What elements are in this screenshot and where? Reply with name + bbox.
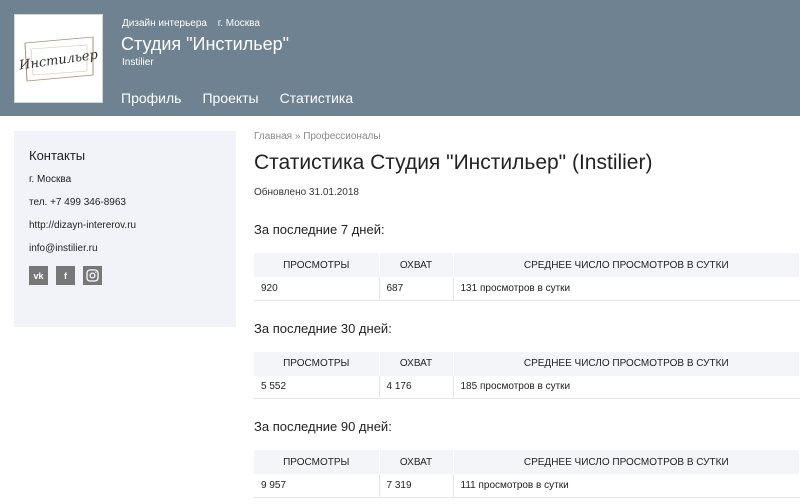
- nav-statistics[interactable]: Статистика: [280, 90, 354, 106]
- col-avg: СРЕДНЕЕ ЧИСЛО ПРОСМОТРОВ В СУТКИ: [453, 253, 800, 277]
- table-header-row: ПРОСМОТРЫ ОХВАТ СРЕДНЕЕ ЧИСЛО ПРОСМОТРОВ…: [254, 450, 800, 474]
- table-header-row: ПРОСМОТРЫ ОХВАТ СРЕДНЕЕ ЧИСЛО ПРОСМОТРОВ…: [254, 351, 800, 376]
- col-reach: ОХВАТ: [379, 253, 454, 277]
- breadcrumb: Главная » Профессионалы: [254, 131, 800, 142]
- city-label[interactable]: г. Москва: [218, 18, 260, 29]
- breadcrumb-home[interactable]: Главная: [254, 131, 292, 142]
- contact-city: г. Москва: [29, 174, 72, 185]
- col-reach: ОХВАТ: [379, 351, 454, 376]
- col-avg: СРЕДНЕЕ ЧИСЛО ПРОСМОТРОВ В СУТКИ: [453, 351, 800, 376]
- site-header: Инстильер Дизайн интерьера г. Москва Сту…: [0, 0, 800, 116]
- table-row: 9 957 7 319 111 просмотров в сутки: [254, 474, 800, 498]
- nav-profile[interactable]: Профиль: [121, 90, 181, 106]
- stats-table-30-days: ПРОСМОТРЫ ОХВАТ СРЕДНЕЕ ЧИСЛО ПРОСМОТРОВ…: [254, 351, 800, 399]
- table-row: 5 552 4 176 185 просмотров в сутки: [254, 375, 800, 399]
- period-90-label: За последние 90 дней:: [254, 419, 392, 434]
- reach-value: 687: [379, 277, 454, 301]
- views-value: 5 552: [254, 375, 380, 399]
- category-line: Дизайн интерьера г. Москва: [122, 18, 268, 29]
- instagram-icon[interactable]: [83, 266, 102, 285]
- reach-value: 4 176: [379, 375, 454, 399]
- col-reach: ОХВАТ: [379, 450, 454, 474]
- facebook-icon[interactable]: f: [56, 266, 75, 285]
- avg-value: 111 просмотров в сутки: [453, 474, 800, 498]
- studio-latin-name: Instilier: [122, 57, 154, 68]
- updated-date: Обновлено 31.01.2018: [254, 187, 359, 198]
- social-links: vk f: [29, 266, 221, 285]
- col-views: ПРОСМОТРЫ: [254, 253, 380, 277]
- table-header-row: ПРОСМОТРЫ ОХВАТ СРЕДНЕЕ ЧИСЛО ПРОСМОТРОВ…: [254, 253, 800, 277]
- contacts-title: Контакты: [29, 148, 86, 163]
- stats-table-7-days: ПРОСМОТРЫ ОХВАТ СРЕДНЕЕ ЧИСЛО ПРОСМОТРОВ…: [254, 253, 800, 301]
- breadcrumb-professionals[interactable]: Профессионалы: [303, 131, 380, 142]
- period-7-label: За последние 7 дней:: [254, 222, 385, 237]
- contacts-panel: Контакты г. Москва тел. +7 499 346-8963 …: [14, 131, 236, 327]
- category-label[interactable]: Дизайн интерьера: [122, 18, 207, 29]
- nav-projects[interactable]: Проекты: [202, 90, 258, 106]
- avg-value: 131 просмотров в сутки: [453, 277, 800, 301]
- avg-value: 185 просмотров в сутки: [453, 375, 800, 399]
- profile-nav: Профиль Проекты Статистика: [121, 90, 353, 106]
- vk-icon[interactable]: vk: [29, 266, 48, 285]
- col-avg: СРЕДНЕЕ ЧИСЛО ПРОСМОТРОВ В СУТКИ: [453, 450, 800, 474]
- contact-website[interactable]: http://dizayn-intererov.ru: [29, 220, 221, 231]
- studio-name: Студия "Инстильер": [121, 34, 290, 54]
- reach-value: 7 319: [379, 474, 454, 498]
- studio-logo[interactable]: Инстильер: [14, 14, 103, 103]
- breadcrumb-separator: »: [294, 131, 301, 142]
- contact-phone[interactable]: тел. +7 499 346-8963: [29, 197, 221, 208]
- page-title: Статистика Студия "Инстильер" (Instilier…: [254, 151, 653, 174]
- stats-table-90-days: ПРОСМОТРЫ ОХВАТ СРЕДНЕЕ ЧИСЛО ПРОСМОТРОВ…: [254, 450, 800, 498]
- views-value: 9 957: [254, 474, 380, 498]
- statistics-content: Главная » Профессионалы Статистика Студи…: [254, 131, 800, 498]
- col-views: ПРОСМОТРЫ: [254, 351, 380, 376]
- contact-email[interactable]: info@instilier.ru: [29, 243, 221, 254]
- views-value: 920: [254, 277, 380, 301]
- col-views: ПРОСМОТРЫ: [254, 450, 380, 474]
- period-30-label: За последние 30 дней:: [254, 320, 392, 336]
- table-row: 920 687 131 просмотров в сутки: [254, 277, 800, 301]
